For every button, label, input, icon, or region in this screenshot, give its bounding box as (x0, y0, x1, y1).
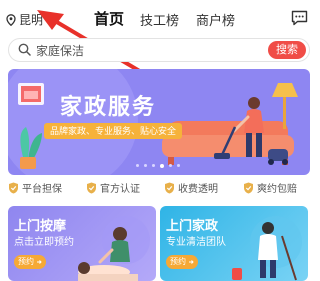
service-card-massage[interactable]: 上门按摩 点击立即预约 预约 (8, 206, 156, 281)
carousel-indicator (136, 163, 180, 168)
card-title: 上门按摩 (14, 218, 67, 233)
book-button-label: 预约 (170, 257, 186, 266)
feature-no-show-compensation: 爽约包赔 (243, 180, 297, 195)
arrow-right-icon (37, 260, 42, 264)
book-button[interactable]: 预约 (14, 255, 46, 269)
service-card-housekeeping[interactable]: 上门家政 专业清洁团队 预约 (160, 206, 308, 281)
feature-label: 平台担保 (22, 184, 62, 195)
shield-check-icon (9, 182, 18, 193)
feature-label: 收费透明 (178, 184, 218, 195)
card-subtitle: 专业清洁团队 (166, 237, 226, 248)
shield-check-icon (165, 182, 174, 193)
feature-label: 爽约包赔 (257, 184, 297, 195)
card-title: 上门家政 (166, 218, 219, 233)
banner-title: 家政服务 (60, 94, 157, 119)
guarantee-strip: 平台担保 官方认证 收费透明 爽约包赔 (0, 180, 318, 196)
carousel-dot[interactable] (169, 164, 172, 167)
carousel-dot[interactable] (136, 164, 139, 167)
carousel-dot[interactable] (177, 164, 180, 167)
shield-check-icon (244, 182, 253, 193)
carousel-dot-active[interactable] (160, 163, 164, 168)
banner-subtitle: 品牌家政、专业服务、贴心安全 (44, 123, 183, 139)
carousel-dot[interactable] (144, 164, 147, 167)
search-button[interactable]: 搜索 (268, 41, 306, 59)
book-button-label: 预约 (18, 257, 34, 266)
banner-illustration (18, 83, 298, 169)
card-subtitle: 点击立即预约 (14, 237, 74, 248)
book-button[interactable]: 预约 (166, 255, 198, 269)
arrow-right-icon (189, 260, 194, 264)
search-bar[interactable]: 搜索 (8, 38, 310, 62)
search-icon (18, 43, 31, 56)
feature-platform-guarantee: 平台担保 (8, 180, 62, 195)
promo-banner[interactable]: 家政服务 品牌家政、专业服务、贴心安全 (8, 69, 310, 175)
feature-label: 官方认证 (100, 184, 140, 195)
search-input[interactable] (36, 43, 236, 57)
carousel-dot[interactable] (152, 164, 155, 167)
feature-official-cert: 官方认证 (86, 180, 140, 195)
feature-transparent-fees: 收费透明 (164, 180, 218, 195)
shield-check-icon (87, 182, 96, 193)
